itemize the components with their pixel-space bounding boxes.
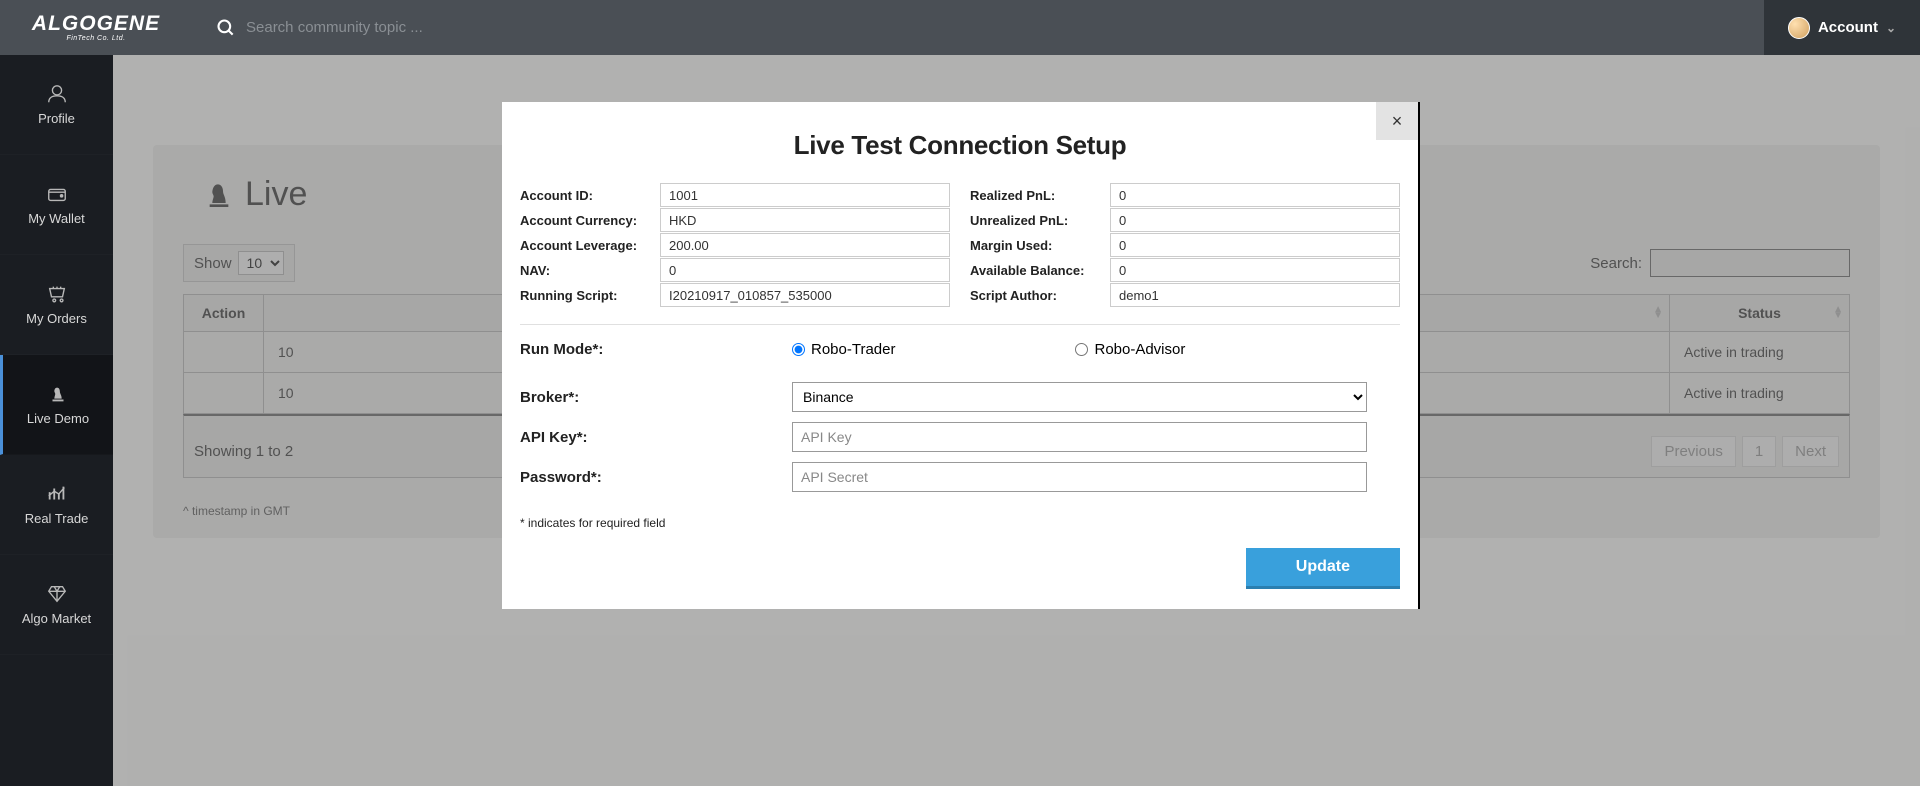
label-leverage: Account Leverage: xyxy=(520,238,660,253)
modal-body: Account ID: Account Currency: Account Le… xyxy=(502,183,1418,609)
sidebar-label: Algo Market xyxy=(22,611,91,626)
info-grid: Account ID: Account Currency: Account Le… xyxy=(520,183,1400,308)
sidebar-item-wallet[interactable]: My Wallet xyxy=(0,155,113,255)
run-mode-label: Run Mode*: xyxy=(520,341,792,358)
sidebar: Profile My Wallet My Orders Live Demo Re… xyxy=(0,55,113,786)
wallet-icon xyxy=(46,183,68,205)
brand-main: ALGOGENE xyxy=(32,13,160,34)
sidebar-item-live-demo[interactable]: Live Demo xyxy=(0,355,113,455)
chart-icon xyxy=(46,483,68,505)
close-icon: × xyxy=(1392,111,1403,132)
broker-select[interactable]: Binance xyxy=(792,382,1367,412)
radio-input[interactable] xyxy=(1075,343,1088,356)
input-realized-pnl[interactable] xyxy=(1110,183,1400,207)
api-key-input[interactable] xyxy=(792,422,1367,452)
profile-icon xyxy=(46,83,68,105)
radio-robo-trader[interactable]: Robo-Trader xyxy=(792,341,895,358)
input-script[interactable] xyxy=(660,283,950,307)
diamond-icon xyxy=(46,583,68,605)
knight-icon xyxy=(47,383,69,405)
input-balance[interactable] xyxy=(1110,258,1400,282)
search-icon xyxy=(216,18,236,38)
label-realized-pnl: Realized PnL: xyxy=(970,188,1110,203)
divider xyxy=(520,324,1400,325)
label-balance: Available Balance: xyxy=(970,263,1110,278)
sidebar-item-algo-market[interactable]: Algo Market xyxy=(0,555,113,655)
sidebar-label: My Orders xyxy=(26,311,87,326)
brand-logo[interactable]: ALGOGENE FinTech Co. Ltd. xyxy=(0,0,192,55)
label-script: Running Script: xyxy=(520,288,660,303)
password-label: Password*: xyxy=(520,469,792,486)
sidebar-label: My Wallet xyxy=(28,211,85,226)
run-mode-group: Robo-Trader Robo-Advisor xyxy=(792,341,1185,358)
chevron-down-icon: ⌄ xyxy=(1886,21,1896,35)
avatar-icon xyxy=(1788,17,1810,39)
label-margin: Margin Used: xyxy=(970,238,1110,253)
sidebar-label: Live Demo xyxy=(27,411,89,426)
input-author[interactable] xyxy=(1110,283,1400,307)
sidebar-item-real-trade[interactable]: Real Trade xyxy=(0,455,113,555)
label-currency: Account Currency: xyxy=(520,213,660,228)
modal-footer: Update xyxy=(520,548,1400,589)
required-note: * indicates for required field xyxy=(520,516,1400,530)
api-key-label: API Key*: xyxy=(520,429,792,446)
sidebar-label: Profile xyxy=(38,111,75,126)
label-unrealized-pnl: Unrealized PnL: xyxy=(970,213,1110,228)
connection-modal: × Live Test Connection Setup Account ID:… xyxy=(502,102,1418,609)
run-mode-row: Run Mode*: Robo-Trader Robo-Advisor xyxy=(520,341,1400,358)
api-key-row: API Key*: xyxy=(520,422,1400,452)
close-button[interactable]: × xyxy=(1376,102,1418,140)
account-menu[interactable]: Account ⌄ xyxy=(1764,0,1920,55)
sidebar-label: Real Trade xyxy=(25,511,89,526)
input-unrealized-pnl[interactable] xyxy=(1110,208,1400,232)
password-input[interactable] xyxy=(792,462,1367,492)
broker-label: Broker*: xyxy=(520,389,792,406)
label-nav: NAV: xyxy=(520,263,660,278)
input-currency[interactable] xyxy=(660,208,950,232)
update-button[interactable]: Update xyxy=(1246,548,1400,589)
input-leverage[interactable] xyxy=(660,233,950,257)
broker-row: Broker*: Binance xyxy=(520,382,1400,412)
account-label: Account xyxy=(1818,19,1878,36)
top-bar: ALGOGENE FinTech Co. Ltd. Account ⌄ xyxy=(0,0,1920,55)
search-input[interactable] xyxy=(246,19,846,36)
modal-title: Live Test Connection Setup xyxy=(502,102,1418,183)
radio-input[interactable] xyxy=(792,343,805,356)
cart-icon xyxy=(46,283,68,305)
radio-robo-advisor[interactable]: Robo-Advisor xyxy=(1075,341,1185,358)
info-col-right: Realized PnL: Unrealized PnL: Margin Use… xyxy=(970,183,1400,308)
input-margin[interactable] xyxy=(1110,233,1400,257)
sidebar-item-orders[interactable]: My Orders xyxy=(0,255,113,355)
brand-sub: FinTech Co. Ltd. xyxy=(66,35,125,42)
password-row: Password*: xyxy=(520,462,1400,492)
sidebar-item-profile[interactable]: Profile xyxy=(0,55,113,155)
input-account-id[interactable] xyxy=(660,183,950,207)
label-author: Script Author: xyxy=(970,288,1110,303)
input-nav[interactable] xyxy=(660,258,950,282)
label-account-id: Account ID: xyxy=(520,188,660,203)
info-col-left: Account ID: Account Currency: Account Le… xyxy=(520,183,950,308)
search-wrap xyxy=(192,18,1764,38)
